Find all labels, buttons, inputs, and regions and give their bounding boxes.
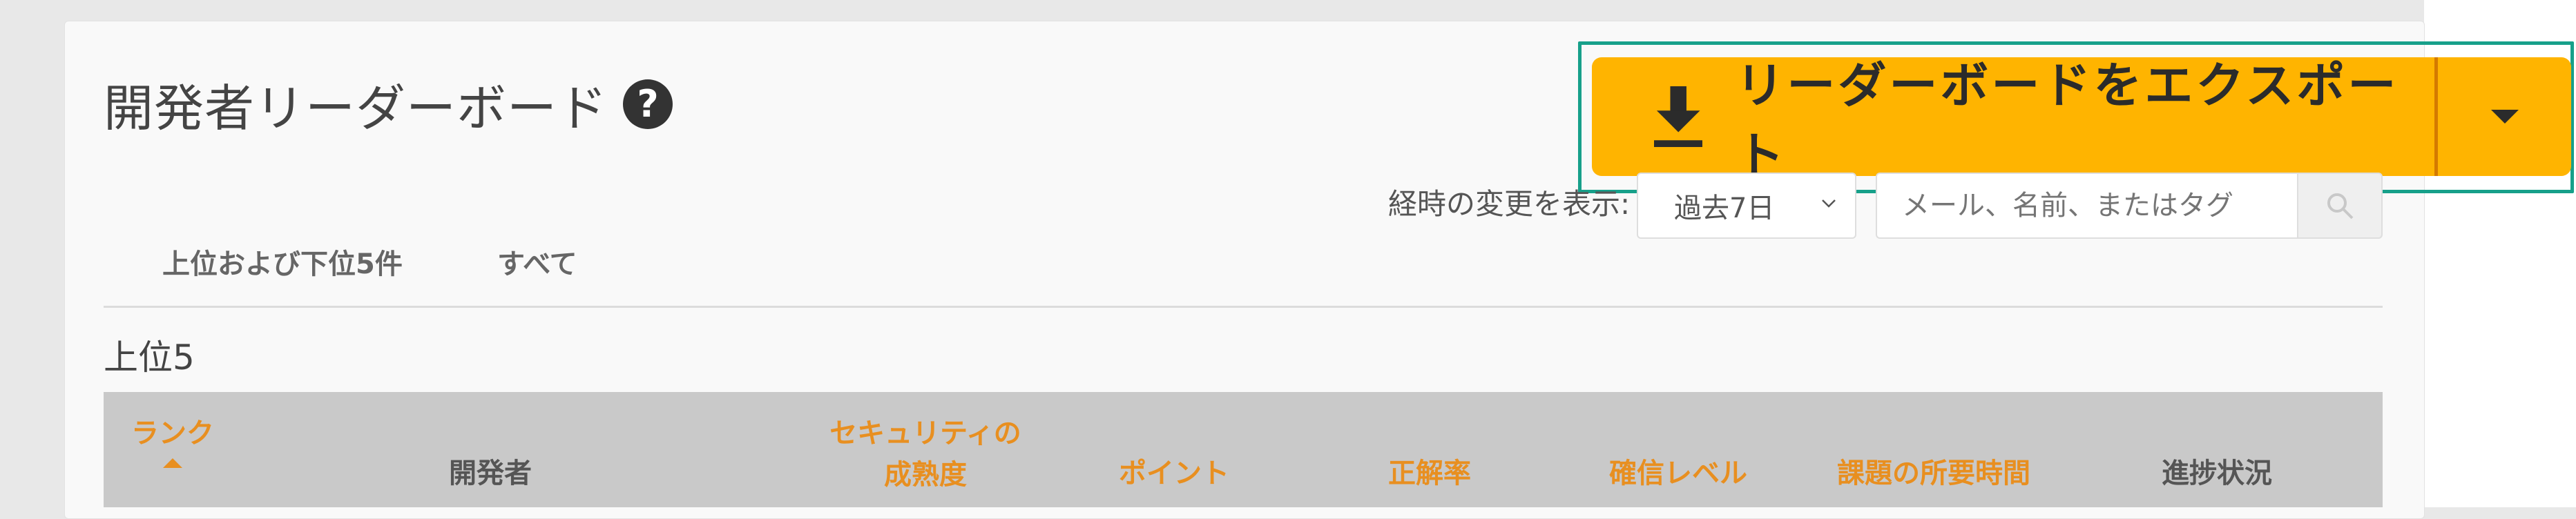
export-label: リーダーボードをエクスポート xyxy=(1736,57,2399,184)
column-rank[interactable]: ランク xyxy=(104,413,242,468)
chevron-down-icon xyxy=(1822,199,1836,208)
sort-ascending-icon xyxy=(163,458,182,468)
column-confidence-level[interactable]: 確信レベル xyxy=(1575,453,1782,494)
chevron-down-icon xyxy=(2490,110,2519,124)
column-points[interactable]: ポイント xyxy=(1098,453,1250,494)
column-accuracy[interactable]: 正解率 xyxy=(1354,453,1506,494)
page-title-text: 開発者リーダーボード xyxy=(104,79,608,137)
search-input[interactable] xyxy=(1876,173,2297,239)
download-icon xyxy=(1654,86,1703,148)
column-confidence-level-label: 確信レベル xyxy=(1609,458,1747,489)
column-challenge-time-label: 課題の所要時間 xyxy=(1837,458,2030,489)
tabs-divider xyxy=(104,306,2383,308)
help-icon[interactable]: ? xyxy=(623,79,673,129)
time-range-value: 過去7日 xyxy=(1674,193,1775,224)
export-split-button: リーダーボードをエクスポート xyxy=(1592,57,2571,184)
column-challenge-time[interactable]: 課題の所要時間 xyxy=(1796,453,2072,494)
search-button[interactable] xyxy=(2297,173,2383,239)
page-title: 開発者リーダーボード ? xyxy=(104,68,673,140)
column-progress: 進捗状況 xyxy=(2127,453,2307,494)
time-range-label: 経時の変更を表示: xyxy=(1388,187,1631,221)
column-points-label: ポイント xyxy=(1119,458,1229,489)
table-header: ランク 開発者 セキュリティの 成熟度 ポイント 正解率 確信レベル 課題の所要… xyxy=(104,392,2383,507)
column-security-maturity-line2: 成熟度 xyxy=(884,459,967,491)
column-security-maturity-line1: セキュリティの xyxy=(829,418,1021,449)
column-accuracy-label: 正解率 xyxy=(1388,458,1471,489)
tab-all[interactable]: すべて xyxy=(497,242,577,282)
column-security-maturity[interactable]: セキュリティの 成熟度 xyxy=(794,413,1057,496)
export-options-dropdown[interactable] xyxy=(2438,57,2571,176)
column-developer[interactable]: 開発者 xyxy=(421,453,559,494)
export-leaderboard-button[interactable]: リーダーボードをエクスポート xyxy=(1592,57,2434,184)
tab-top-bottom-5[interactable]: 上位および下位5件 xyxy=(162,242,403,282)
column-developer-label: 開発者 xyxy=(449,458,532,489)
search-icon xyxy=(2327,193,2354,219)
column-rank-label: ランク xyxy=(131,418,214,449)
column-progress-label: 進捗状況 xyxy=(2162,458,2272,489)
section-title: 上位5 xyxy=(104,337,195,378)
time-range-select[interactable]: 過去7日 xyxy=(1637,173,1856,239)
export-highlight: リーダーボードをエクスポート xyxy=(1578,41,2574,193)
